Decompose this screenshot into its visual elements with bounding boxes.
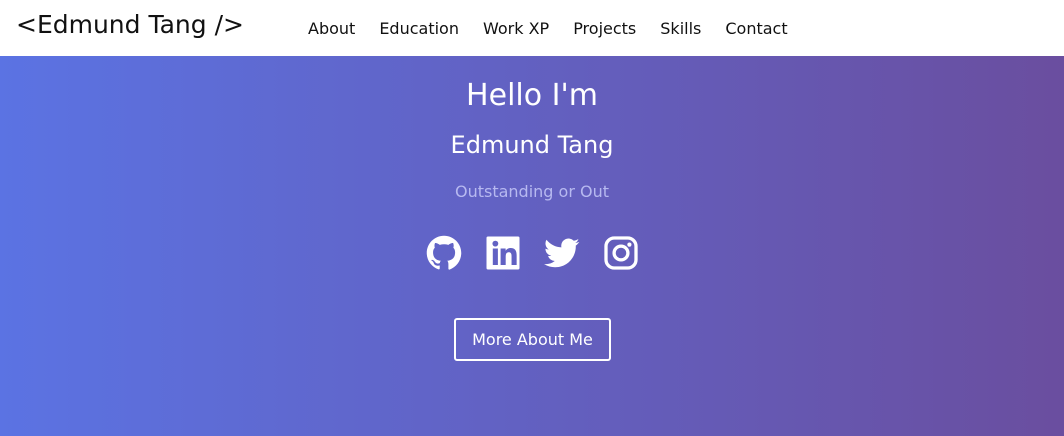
linkedin-link[interactable] bbox=[485, 235, 521, 271]
nav-item-about: About bbox=[296, 19, 367, 38]
twitter-icon bbox=[543, 238, 579, 268]
nav-item-projects: Projects bbox=[561, 19, 648, 38]
hero-section: Hello I'm Edmund Tang Outstanding or Out bbox=[0, 56, 1064, 436]
github-icon bbox=[426, 235, 461, 270]
linkedin-icon bbox=[486, 236, 519, 270]
nav-item-work-xp: Work XP bbox=[471, 19, 561, 38]
nav-item-skills: Skills bbox=[648, 19, 713, 38]
navbar: <Edmund Tang /> About Education Work XP … bbox=[0, 0, 1064, 56]
more-about-me-button[interactable]: More About Me bbox=[454, 318, 611, 361]
instagram-link[interactable] bbox=[603, 235, 639, 271]
twitter-link[interactable] bbox=[543, 235, 580, 271]
nav-link-education[interactable]: Education bbox=[367, 19, 471, 38]
nav-link-work-xp[interactable]: Work XP bbox=[471, 19, 561, 38]
github-link[interactable] bbox=[426, 235, 462, 271]
nav-link-about[interactable]: About bbox=[296, 19, 367, 38]
nav-link-projects[interactable]: Projects bbox=[561, 19, 648, 38]
hero-name: Edmund Tang bbox=[450, 131, 614, 159]
hero-tagline: Outstanding or Out bbox=[454, 182, 609, 201]
nav-item-education: Education bbox=[367, 19, 471, 38]
nav-links: About Education Work XP Projects Skills … bbox=[296, 0, 800, 56]
hero-greeting: Hello I'm bbox=[466, 78, 598, 113]
social-links bbox=[0, 235, 1064, 271]
nav-link-skills[interactable]: Skills bbox=[648, 19, 713, 38]
instagram-icon bbox=[603, 236, 638, 270]
nav-link-contact[interactable]: Contact bbox=[713, 19, 799, 38]
brand-logo[interactable]: <Edmund Tang /> bbox=[16, 10, 244, 39]
nav-item-contact: Contact bbox=[713, 19, 799, 38]
